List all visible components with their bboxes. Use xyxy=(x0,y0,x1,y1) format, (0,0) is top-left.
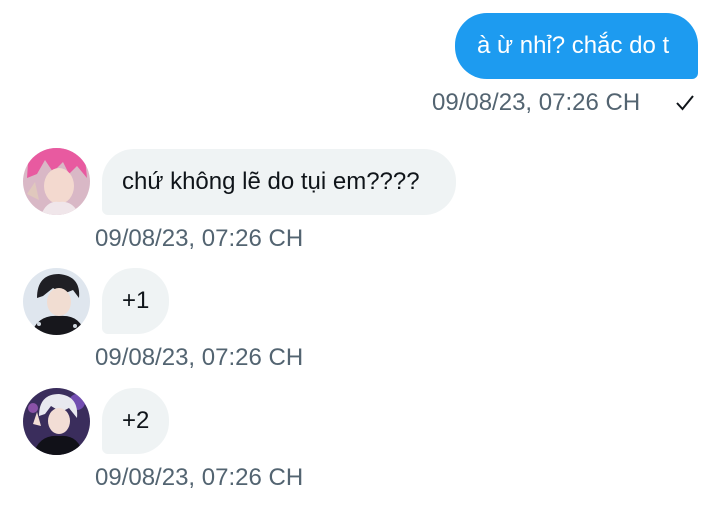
dark-hair-avatar[interactable] xyxy=(23,268,90,335)
message-timestamp: 09/08/23, 07:26 CH xyxy=(95,464,304,491)
message-text: +1 xyxy=(122,287,150,314)
white-hair-avatar[interactable] xyxy=(23,388,90,455)
message-bubble-incoming[interactable]: +1 xyxy=(102,268,169,334)
message-text: +2 xyxy=(122,407,150,434)
message-timestamp: 09/08/23, 07:26 CH xyxy=(432,89,641,116)
message-timestamp: 09/08/23, 07:26 CH xyxy=(95,344,304,371)
message-bubble-outgoing[interactable]: à ừ nhỉ? chắc do t xyxy=(455,13,698,79)
message-text: à ừ nhỉ? chắc do t xyxy=(477,32,670,59)
message-bubble-incoming[interactable]: +2 xyxy=(102,388,169,454)
message-bubble-incoming[interactable]: chứ không lẽ do tụi em???? xyxy=(102,149,456,215)
dm-conversation: à ừ nhỉ? chắc do t 09/08/23, 07:26 CH ch… xyxy=(0,0,719,506)
pink-hair-avatar[interactable] xyxy=(23,148,90,215)
message-timestamp: 09/08/23, 07:26 CH xyxy=(95,225,304,252)
message-text: chứ không lẽ do tụi em???? xyxy=(122,168,420,195)
checkmark-icon xyxy=(676,95,694,111)
